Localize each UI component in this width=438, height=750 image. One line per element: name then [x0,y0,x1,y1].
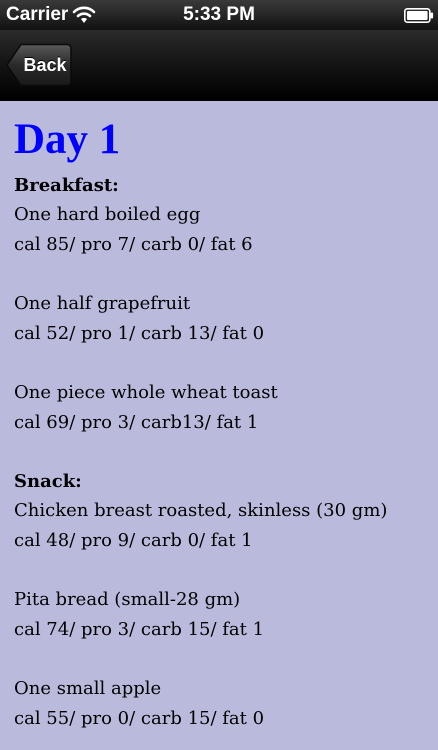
food-name: Chicken breast roasted, skinless (30 gm) [14,500,388,521]
list-item: One hard boiled egg cal 85/ pro 7/ carb … [14,200,424,260]
food-macros: cal 74/ pro 3/ carb 15/ fat 1 [14,619,265,640]
food-macros: cal 48/ pro 9/ carb 0/ fat 1 [14,530,253,551]
status-time: 5:33 PM [183,4,255,25]
list-item: One half grapefruit cal 52/ pro 1/ carb … [14,289,424,349]
page-title: Day 1 [14,116,121,163]
food-name: Pita bread (small-28 gm) [14,589,241,610]
food-name: One piece whole wheat toast [14,382,278,403]
section-heading: Snack: [14,471,82,492]
food-macros: cal 69/ pro 3/ carb13/ fat 1 [14,412,259,433]
list-item: One small apple cal 55/ pro 0/ carb 15/ … [14,674,424,734]
meal-section-breakfast: Breakfast: One hard boiled egg cal 85/ p… [14,171,424,438]
navigation-bar: Back [0,30,438,100]
food-name: One small apple [14,678,162,699]
back-button-label: Back [23,55,67,75]
meal-plan-content[interactable]: Day 1 Breakfast: One hard boiled egg cal… [0,101,438,750]
list-item: One piece whole wheat toast cal 69/ pro … [14,378,424,438]
back-button[interactable]: Back [6,43,72,87]
food-macros: cal 52/ pro 1/ carb 13/ fat 0 [14,323,265,344]
battery-icon [404,8,434,23]
section-heading: Breakfast: [14,175,119,196]
status-bar: Carrier 5:33 PM [0,0,438,30]
list-item: Pita bread (small-28 gm) cal 74/ pro 3/ … [14,585,424,645]
food-name: One hard boiled egg [14,204,201,225]
food-name: One half grapefruit [14,293,191,314]
food-macros: cal 55/ pro 0/ carb 15/ fat 0 [14,708,265,729]
food-macros: cal 85/ pro 7/ carb 0/ fat 6 [14,234,253,255]
meal-section-snack: Snack: Chicken breast roasted, skinless … [14,467,424,734]
list-item: Chicken breast roasted, skinless (30 gm)… [14,496,424,556]
